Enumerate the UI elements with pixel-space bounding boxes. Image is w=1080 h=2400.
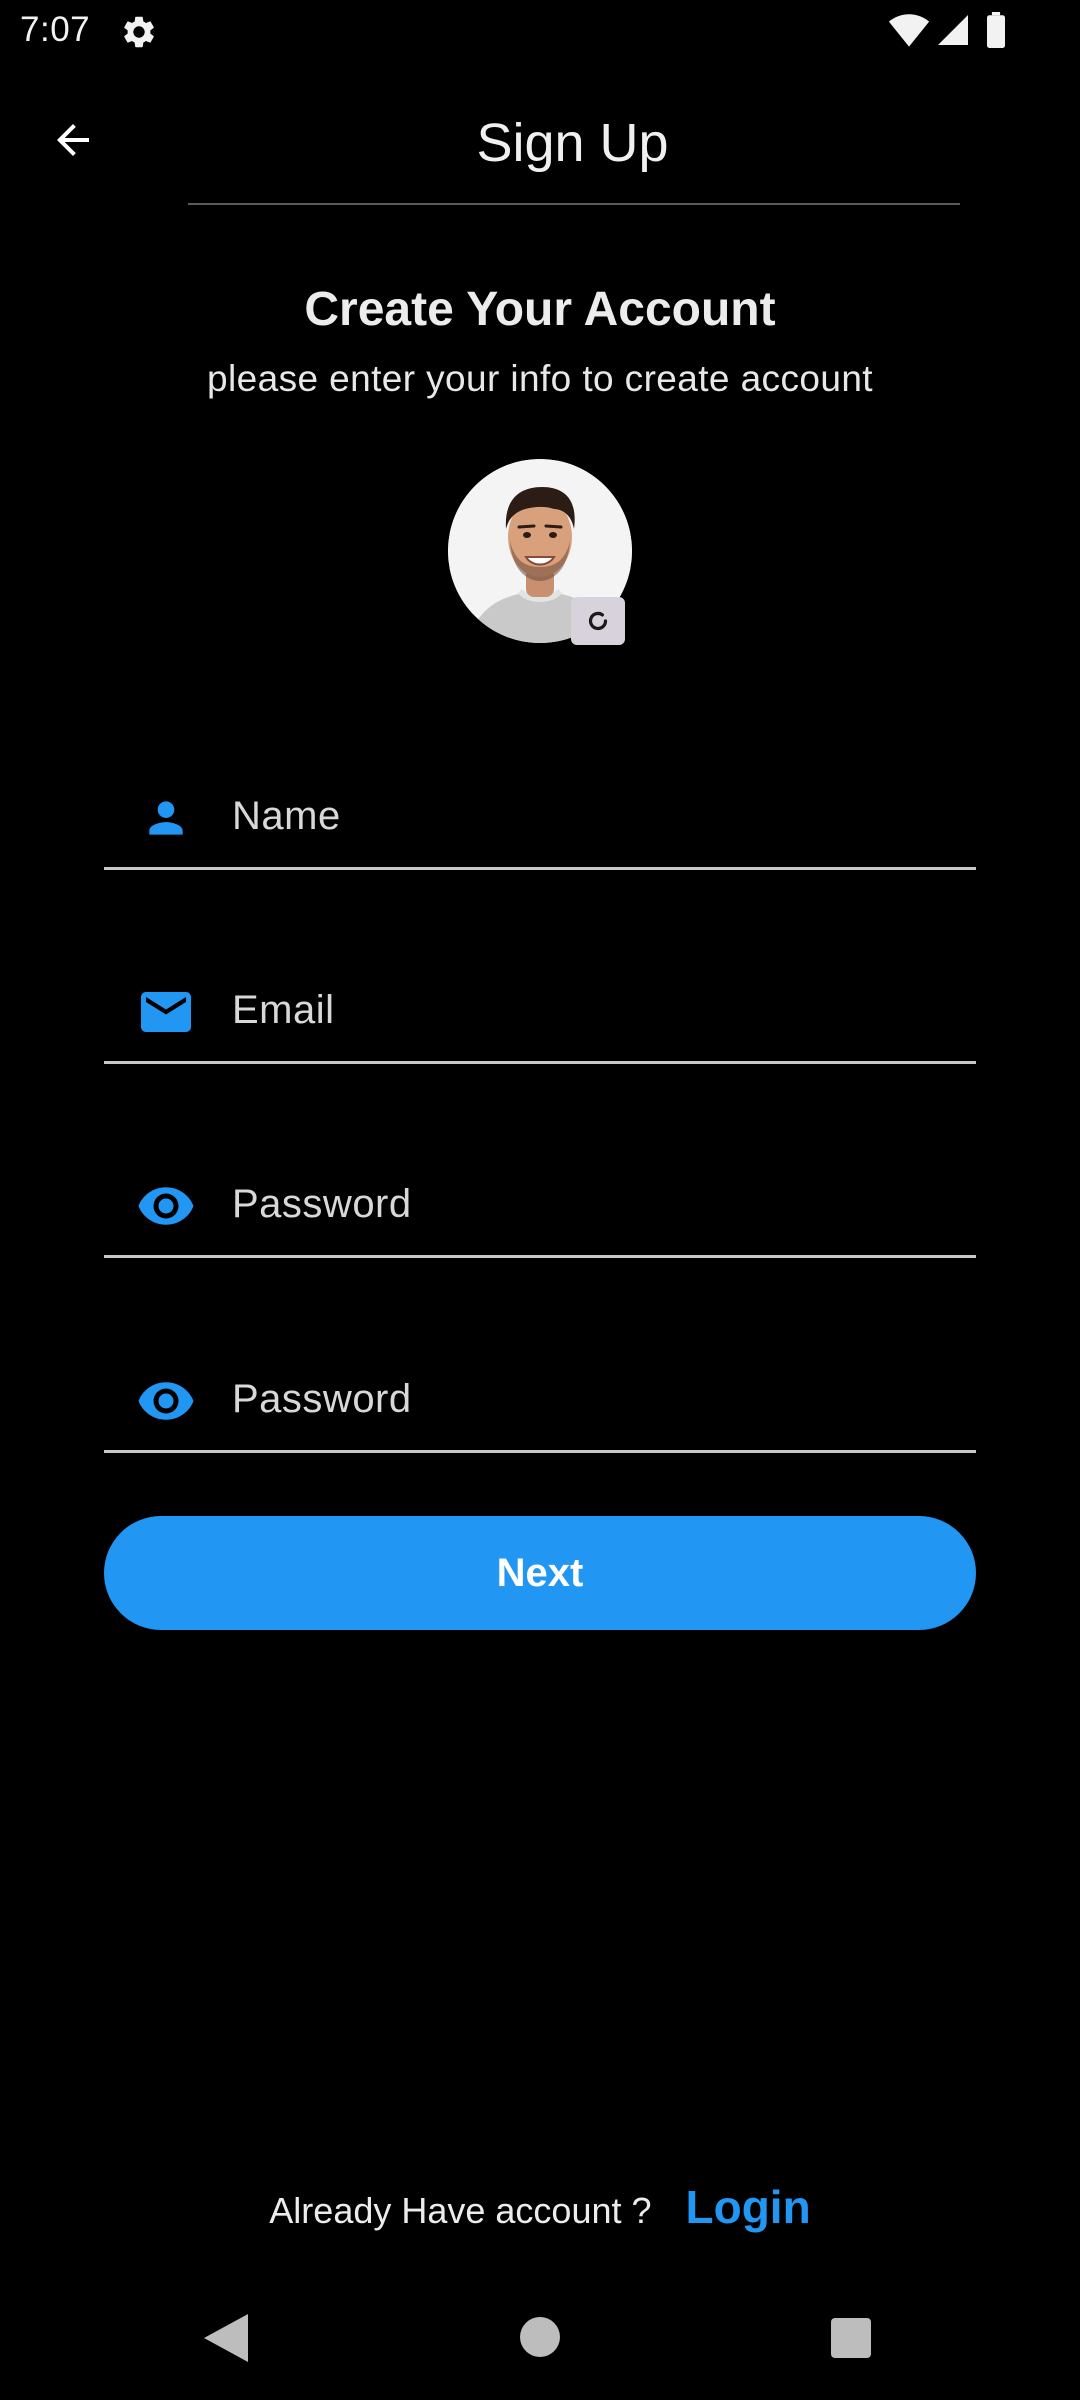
- status-time: 7:07: [20, 10, 91, 49]
- nav-home-icon[interactable]: [520, 2317, 560, 2357]
- form-subheading: please enter your info to create account: [207, 358, 873, 399]
- person-icon: [136, 788, 196, 848]
- login-prompt-text: Already Have account ?: [269, 2190, 652, 2231]
- nav-back-icon[interactable]: [204, 2314, 248, 2362]
- password-field[interactable]: Password: [104, 1138, 976, 1258]
- nav-recents-icon[interactable]: [831, 2318, 871, 2358]
- name-placeholder: Name: [232, 794, 341, 838]
- name-field[interactable]: Name: [104, 750, 976, 870]
- confirm-password-placeholder: Password: [232, 1377, 412, 1421]
- title-divider: [188, 203, 960, 205]
- eye-icon[interactable]: [136, 1176, 196, 1236]
- wifi-icon: [888, 14, 930, 47]
- login-link[interactable]: Login: [686, 2180, 811, 2234]
- confirm-password-field[interactable]: Password: [104, 1333, 976, 1453]
- email-field[interactable]: Email: [104, 944, 976, 1064]
- page-title: Sign Up: [476, 113, 669, 173]
- login-prompt: Already Have account ? Login: [0, 2180, 1080, 2240]
- signal-icon: [938, 15, 968, 45]
- refresh-icon: [588, 611, 608, 631]
- gear-icon: [124, 16, 154, 48]
- next-button[interactable]: Next: [104, 1516, 976, 1630]
- status-bar: 7:07: [0, 0, 1080, 62]
- battery-icon: [987, 12, 1005, 48]
- password-placeholder: Password: [232, 1182, 412, 1226]
- mail-icon: [136, 982, 196, 1042]
- sign-up-screen: 7:07 Sign Up Create Your Account please …: [0, 0, 1080, 2400]
- email-placeholder: Email: [232, 988, 335, 1032]
- eye-icon[interactable]: [136, 1371, 196, 1431]
- form-heading: Create Your Account: [304, 283, 776, 336]
- avatar-edit-button[interactable]: [571, 597, 625, 645]
- system-nav-bar: [0, 2290, 1080, 2400]
